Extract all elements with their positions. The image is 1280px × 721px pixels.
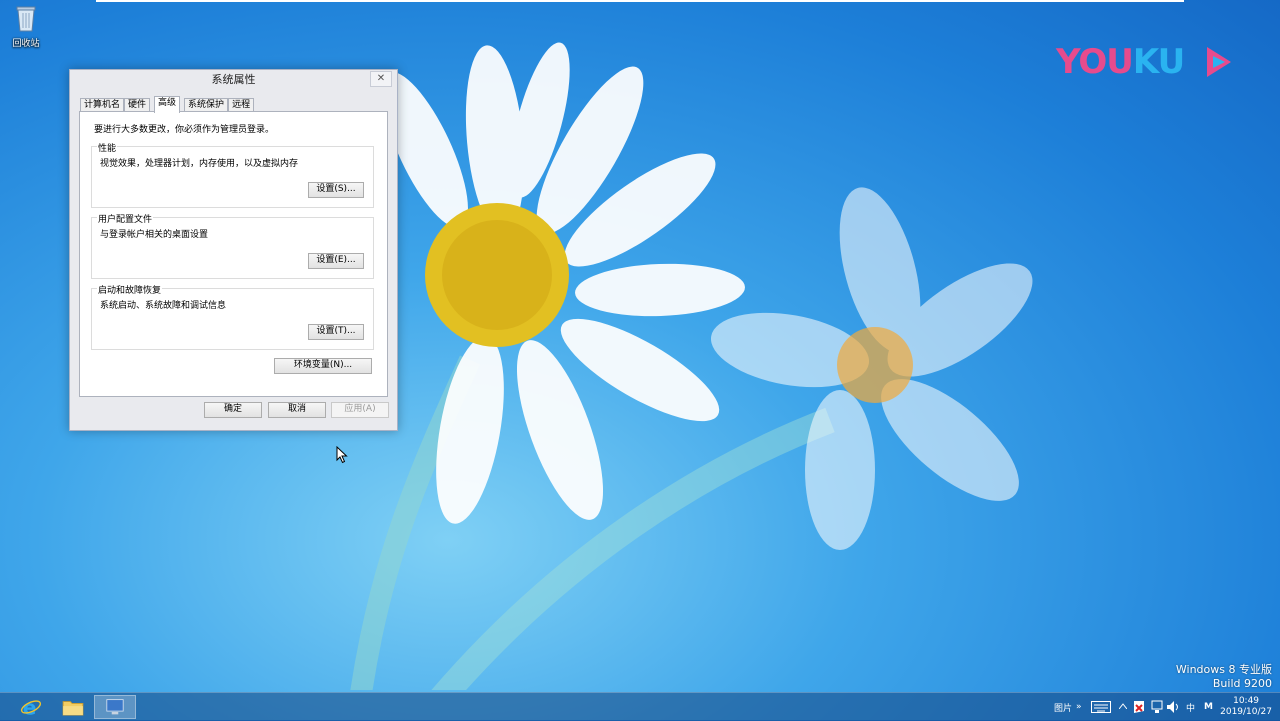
windows-version-watermark: Windows 8 专业版 Build 9200 — [1176, 663, 1272, 691]
user-profiles-title: 用户配置文件 — [97, 212, 154, 225]
ime-indicator[interactable]: 中 — [1186, 693, 1195, 721]
startup-recovery-desc: 系统启动、系统故障和调试信息 — [100, 301, 227, 311]
tray-chevron-icon[interactable]: » — [1076, 702, 1082, 712]
svg-text:e: e — [23, 696, 37, 718]
dialog-title: 系统属性 — [211, 73, 256, 86]
version-line2: Build 9200 — [1212, 677, 1272, 690]
startup-recovery-title: 启动和故障恢复 — [97, 283, 163, 296]
computer-monitor-icon — [106, 699, 124, 715]
tray-picture-label[interactable]: 图片 — [1054, 701, 1072, 714]
internet-explorer-icon: e — [20, 696, 42, 718]
touch-keyboard-icon[interactable] — [1091, 701, 1111, 713]
taskbar-explorer-button[interactable] — [52, 695, 94, 719]
performance-settings-button[interactable]: 设置(S)... — [308, 182, 364, 198]
user-profiles-desc: 与登录帐户相关的桌面设置 — [100, 230, 209, 240]
environment-variables-button[interactable]: 环境变量(N)... — [274, 358, 372, 374]
performance-title: 性能 — [97, 141, 118, 154]
apply-button[interactable]: 应用(A) — [331, 402, 389, 418]
tab-system-protection[interactable]: 系统保护 — [184, 98, 229, 112]
clock-date: 2019/10/27 — [1220, 707, 1272, 717]
watermark-part1: YOU — [1056, 42, 1134, 82]
system-properties-dialog: 系统属性 ✕ 计算机名 硬件 高级 系统保护 远程 要进行大多数更改，你必须作为… — [69, 69, 398, 431]
version-line1: Windows 8 专业版 — [1175, 663, 1272, 676]
recycle-bin-icon — [16, 6, 36, 32]
taskbar-clock[interactable]: 10:49 2019/10/27 — [1220, 696, 1272, 718]
tab-hardware[interactable]: 硬件 — [124, 98, 151, 112]
tray-toolbar[interactable]: 图片 » — [1054, 693, 1082, 721]
user-profiles-settings-button[interactable]: 设置(E)... — [308, 253, 364, 269]
ime-mode-indicator[interactable]: M — [1204, 693, 1213, 721]
watermark-part2: KU — [1132, 42, 1185, 82]
recycle-bin-label: 回收站 — [12, 39, 40, 49]
tab-bar: 计算机名 硬件 高级 系统保护 远程 — [80, 96, 255, 113]
startup-recovery-group: 启动和故障恢复 系统启动、系统故障和调试信息 设置(T)... — [91, 283, 374, 350]
file-explorer-folder-icon — [62, 701, 84, 716]
ime-language[interactable]: 中 — [1186, 701, 1195, 714]
youku-play-icon — [1207, 47, 1231, 77]
recycle-bin-shortcut[interactable]: 回收站 — [6, 4, 46, 49]
tab-remote[interactable]: 远程 — [228, 98, 255, 112]
ok-button[interactable]: 确定 — [204, 402, 262, 418]
youku-watermark: YOUKU — [1056, 42, 1231, 82]
network-icon[interactable] — [1151, 700, 1163, 714]
performance-desc: 视觉效果，处理器计划，内存使用，以及虚拟内存 — [100, 159, 299, 169]
action-center-icon[interactable] — [1133, 700, 1145, 714]
performance-group: 性能 视觉效果，处理器计划，内存使用，以及虚拟内存 设置(S)... — [91, 141, 374, 208]
mouse-cursor-icon — [336, 446, 348, 464]
show-hidden-icons-icon[interactable] — [1119, 703, 1127, 709]
close-icon[interactable]: ✕ — [370, 71, 392, 87]
startup-recovery-settings-button[interactable]: 设置(T)... — [308, 324, 364, 340]
cancel-button[interactable]: 取消 — [268, 402, 326, 418]
top-edge-bar — [96, 0, 1184, 2]
taskbar-ie-button[interactable]: e — [10, 695, 52, 719]
tab-advanced[interactable]: 高级 — [154, 96, 181, 113]
clock-time: 10:49 — [1233, 696, 1260, 706]
taskbar: e 图片 » 中 M 10:49 2019/10/27 — [0, 692, 1280, 721]
user-profiles-group: 用户配置文件 与登录帐户相关的桌面设置 设置(E)... — [91, 212, 374, 279]
admin-note: 要进行大多数更改，你必须作为管理员登录。 — [94, 125, 275, 135]
advanced-tab-panel: 要进行大多数更改，你必须作为管理员登录。 性能 视觉效果，处理器计划，内存使用，… — [79, 111, 388, 397]
ime-mode[interactable]: M — [1204, 702, 1213, 712]
speaker-volume-icon[interactable] — [1166, 700, 1180, 714]
tab-computer-name[interactable]: 计算机名 — [80, 98, 125, 112]
taskbar-system-properties-button[interactable] — [94, 695, 136, 719]
